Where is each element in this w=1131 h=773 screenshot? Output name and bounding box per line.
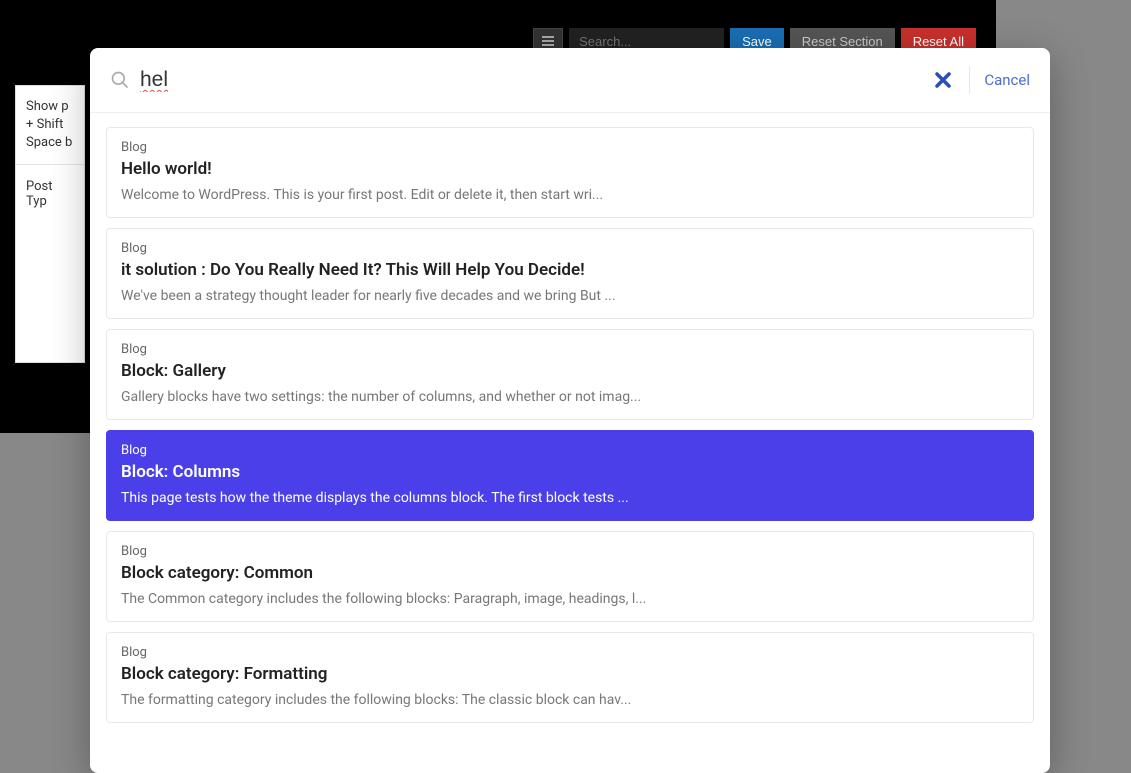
result-category: Blog	[121, 241, 1019, 256]
result-item[interactable]: Blog Hello world! Welcome to WordPress. Th…	[106, 127, 1034, 218]
result-item[interactable]: Blog Block: Gallery Gallery blocks have tw…	[106, 329, 1034, 420]
result-excerpt: The Common category includes the followi…	[121, 591, 1019, 607]
result-excerpt: The formatting category includes the fol…	[121, 692, 1019, 708]
search-icon	[110, 70, 130, 90]
result-item[interactable]: Blog Block category: Common The Common cat…	[106, 531, 1034, 622]
result-category: Blog	[121, 645, 1019, 660]
cancel-link[interactable]: Cancel	[984, 71, 1030, 89]
result-item[interactable]: Blog it solution : Do You Really Need It?…	[106, 228, 1034, 319]
result-category: Blog	[121, 342, 1019, 357]
result-excerpt: Gallery blocks have two settings: the nu…	[121, 389, 1019, 405]
results-list[interactable]: Blog Hello world! Welcome to WordPress. Th…	[90, 113, 1050, 770]
result-title: Block: Gallery	[121, 361, 1019, 381]
close-icon[interactable]	[931, 68, 955, 92]
modal-search-input[interactable]	[130, 68, 931, 92]
result-excerpt: This page tests how the theme displays t…	[121, 490, 1019, 506]
result-title: Block: Columns	[121, 462, 1019, 482]
result-title: Block category: Formatting	[121, 664, 1019, 684]
result-title: Hello world!	[121, 159, 1019, 179]
result-item[interactable]: Blog Block: Columns This page tests how th…	[106, 430, 1034, 521]
result-item[interactable]: Blog Block category: Formatting The format…	[106, 632, 1034, 723]
result-category: Blog	[121, 544, 1019, 559]
result-excerpt: We've been a strategy thought leader for…	[121, 288, 1019, 304]
divider	[969, 66, 970, 94]
result-category: Blog	[121, 443, 1019, 458]
modal-overlay: Cancel BlogHello world!Welcome to WordPr…	[0, 0, 996, 773]
modal-header: Cancel	[90, 48, 1050, 113]
result-excerpt: Welcome to WordPress. This is your first…	[121, 187, 1019, 203]
search-modal: Cancel Blog Hello world! Welcome to WordPr…	[90, 48, 1050, 773]
result-title: it solution : Do You Really Need It? Thi…	[121, 260, 1019, 280]
result-category: Blog	[121, 140, 1019, 155]
result-title: Block category: Common	[121, 563, 1019, 583]
